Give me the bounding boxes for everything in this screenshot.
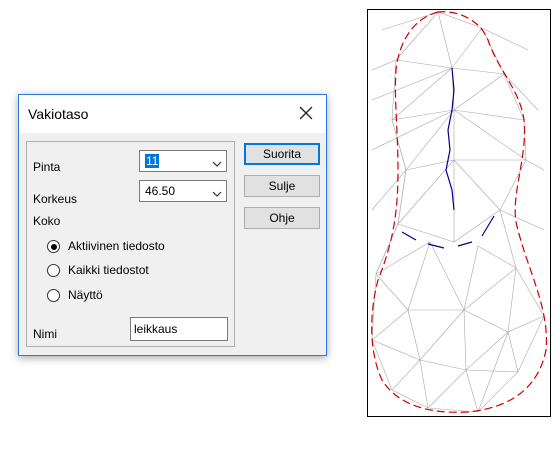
triangulation-drawing xyxy=(371,11,548,413)
nimi-field[interactable] xyxy=(130,317,228,341)
triangulation-mesh xyxy=(371,11,545,413)
korkeus-value: 46.50 xyxy=(145,184,176,198)
close-icon[interactable] xyxy=(295,102,317,124)
title-bar: Vakiotaso xyxy=(19,95,326,133)
boundary-line xyxy=(371,11,548,413)
korkeus-label: Korkeus xyxy=(33,192,78,206)
radio-button-checked[interactable] xyxy=(47,240,60,253)
nimi-label: Nimi xyxy=(33,327,57,341)
drawing-view[interactable] xyxy=(367,9,551,417)
radio-label: Näyttö xyxy=(68,288,103,302)
dialog-window: Vakiotaso Pinta 11 Korkeus 46.50 Koko Ak… xyxy=(18,94,327,356)
radio-button[interactable] xyxy=(47,264,60,277)
ohje-button[interactable]: Ohje xyxy=(244,207,320,229)
pinta-value: 11 xyxy=(145,154,160,168)
pinta-label: Pinta xyxy=(33,160,61,174)
dialog-title: Vakiotaso xyxy=(28,106,89,122)
chevron-down-icon xyxy=(212,187,222,201)
koko-label: Koko xyxy=(33,214,61,228)
korkeus-select[interactable]: 46.50 xyxy=(139,180,227,202)
suorita-button[interactable]: Suorita xyxy=(244,143,320,165)
pinta-select[interactable]: 11 xyxy=(139,150,227,172)
radio-button[interactable] xyxy=(47,289,60,302)
radio-label: Kaikki tiedostot xyxy=(68,263,149,277)
nimi-input[interactable] xyxy=(134,319,226,339)
options-group: Pinta 11 Korkeus 46.50 Koko Aktiivinen t… xyxy=(26,141,235,347)
chevron-down-icon xyxy=(212,157,222,171)
sulje-button[interactable]: Sulje xyxy=(244,175,320,197)
radio-label: Aktiivinen tiedosto xyxy=(68,239,165,253)
